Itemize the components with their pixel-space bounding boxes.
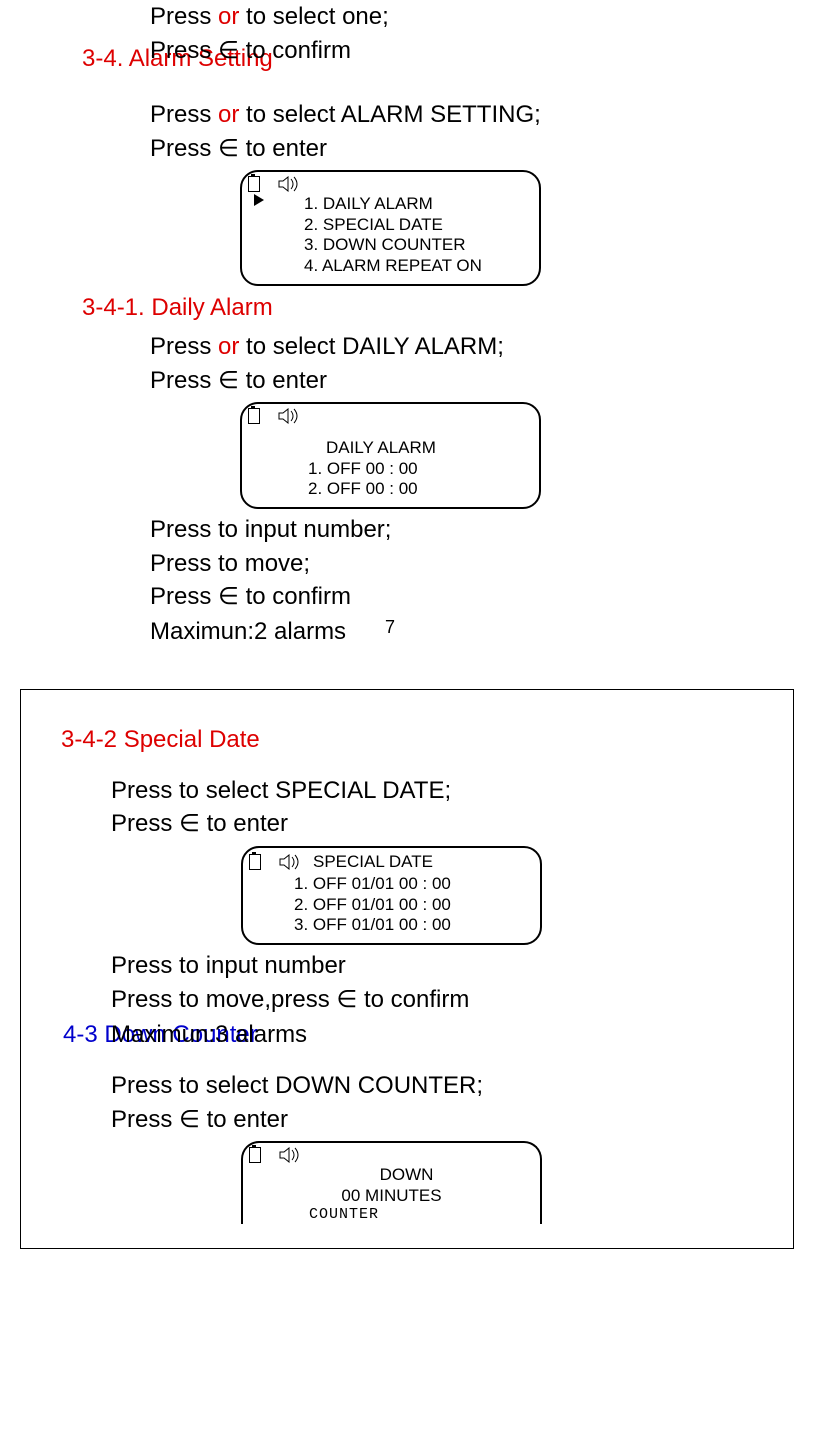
lcd-special-date: SPECIAL DATE 1. OFF 01/01 00 : 00 2. OFF… xyxy=(241,846,542,946)
heading-3-4-1: 3-4-1. Daily Alarm xyxy=(82,294,774,322)
text: Press xyxy=(150,135,218,162)
text-line: Press to move,press ∈ to confirm xyxy=(111,983,773,1018)
page-number: 7 xyxy=(385,615,395,640)
lcd-daily-alarm: DAILY ALARM 1. OFF 00 : 00 2. OFF 00 : 0… xyxy=(240,402,541,509)
text: to enter xyxy=(207,1106,288,1133)
text: Press xyxy=(111,810,179,837)
enter-symbol: ∈ xyxy=(218,136,239,162)
battery-icon xyxy=(248,408,260,424)
text-line: Press ∈ to confirm xyxy=(150,580,774,615)
text: to confirm xyxy=(364,986,469,1013)
or-text: or xyxy=(218,333,239,360)
text: Press xyxy=(150,101,218,128)
lcd-item: 1. OFF 00 : 00 xyxy=(308,459,533,479)
text: to confirm xyxy=(246,583,351,610)
or-text: or xyxy=(218,101,239,128)
lcd-down-counter: DOWN 00 MINUTES COUNTER xyxy=(241,1141,542,1224)
lcd-alarm-setting: 1. DAILY ALARM 2. SPECIAL DATE 3. DOWN C… xyxy=(240,170,541,286)
text-line: Press to input number xyxy=(111,949,773,983)
lcd-line: COUNTER xyxy=(249,1206,534,1224)
speaker-icon xyxy=(278,408,300,424)
lcd-line: 00 MINUTES xyxy=(249,1186,534,1206)
lcd-item: 2. SPECIAL DATE xyxy=(304,215,482,235)
lcd-item: 2. OFF 01/01 00 : 00 xyxy=(294,895,534,915)
battery-icon xyxy=(248,176,260,192)
or-text: or xyxy=(218,3,239,30)
text: to enter xyxy=(207,810,288,837)
lcd-item: 4. ALARM REPEAT ON xyxy=(304,256,482,276)
lcd-line: DOWN xyxy=(249,1165,534,1185)
text: Press to move,press xyxy=(111,986,336,1013)
speaker-icon xyxy=(278,176,300,192)
enter-symbol: ∈ xyxy=(218,584,239,610)
sec342-line1: Press to select SPECIAL DATE; xyxy=(111,774,773,808)
text: to enter xyxy=(246,135,327,162)
sec341-line1: Press or to select DAILY ALARM; xyxy=(150,330,774,364)
text: to select ALARM SETTING; xyxy=(246,101,541,128)
lcd-item: 1. OFF 01/01 00 : 00 xyxy=(294,874,534,894)
text: Maximun:3 alarms xyxy=(111,1018,773,1052)
sec34-line2: Press ∈ to enter xyxy=(150,132,774,167)
enter-symbol: ∈ xyxy=(179,1107,200,1133)
text: to select one; xyxy=(246,3,389,30)
enter-symbol: ∈ xyxy=(218,38,239,64)
text: to enter xyxy=(246,367,327,394)
text: to select DAILY ALARM; xyxy=(246,333,504,360)
text: Press xyxy=(150,3,218,30)
lcd-item: 3. OFF 01/01 00 : 00 xyxy=(294,915,534,935)
speaker-icon xyxy=(279,1147,301,1163)
text-line: Press to input number; xyxy=(150,513,774,547)
lcd-item: 2. OFF 00 : 00 xyxy=(308,479,533,499)
enter-symbol: ∈ xyxy=(179,811,200,837)
text: Press xyxy=(150,37,218,64)
battery-icon xyxy=(249,854,261,870)
text-line: Maximun:2 alarms 7 xyxy=(150,615,774,649)
battery-icon xyxy=(249,1147,261,1163)
text: Press xyxy=(111,1106,179,1133)
sec43-line1: Press to select DOWN COUNTER; xyxy=(111,1069,773,1103)
lcd-title: DAILY ALARM xyxy=(308,438,533,458)
text: Press xyxy=(150,583,218,610)
lcd-title: SPECIAL DATE xyxy=(313,852,433,872)
sec341-line2: Press ∈ to enter xyxy=(150,364,774,399)
text: Maximun:2 alarms xyxy=(150,618,346,645)
enter-symbol: ∈ xyxy=(218,368,239,394)
intro-block: Press or to select one; xyxy=(150,0,774,34)
page-box: 3-4-2 Special Date Press to select SPECI… xyxy=(20,689,794,1250)
text: Press xyxy=(150,367,218,394)
speaker-icon xyxy=(279,854,301,870)
lcd-item: 1. DAILY ALARM xyxy=(304,194,482,214)
text: to confirm xyxy=(246,37,351,64)
intro-line2: Press ∈ to confirm 3-4. Alarm Setting xyxy=(150,34,774,69)
enter-symbol: ∈ xyxy=(336,987,357,1013)
text-line: Press to move; xyxy=(150,547,774,581)
cursor-icon xyxy=(254,194,264,206)
heading-3-4-2: 3-4-2 Special Date xyxy=(61,726,773,754)
sec34-line1: Press or to select ALARM SETTING; xyxy=(150,98,774,132)
sec43-line2: Press ∈ to enter xyxy=(111,1103,773,1138)
sec342-line2: Press ∈ to enter xyxy=(111,807,773,842)
lcd-item: 3. DOWN COUNTER xyxy=(304,235,482,255)
overlap-block: Maximun:3 alarms 4-3 Down Counter xyxy=(111,1018,773,1052)
text: Press xyxy=(150,333,218,360)
